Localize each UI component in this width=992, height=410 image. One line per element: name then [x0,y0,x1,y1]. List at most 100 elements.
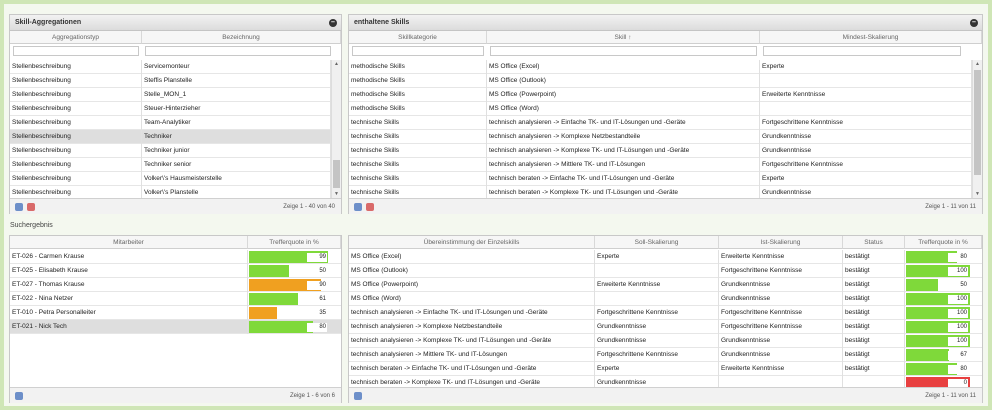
table-cell: Grundkenntnisse [595,320,719,334]
column-header-min-scaling[interactable]: Mindest-Skalierung [760,31,982,44]
table-row[interactable]: technisch beraten -> Einfache TK- und IT… [349,362,982,376]
refresh-icon[interactable] [15,392,23,400]
column-header-hit-rate[interactable]: Trefferquote in % [248,236,341,249]
scroll-thumb[interactable] [974,70,981,175]
delete-icon[interactable] [366,203,374,211]
table-row[interactable]: methodische Skills MS Office (Word) [349,102,972,116]
table-row[interactable]: ET-025 - Elisabeth Krause 50 [10,264,341,278]
column-header-skill-match[interactable]: Übereinstimmung der Einzelskills [349,236,595,249]
table-cell: bestätigt [843,264,905,278]
table-row[interactable]: Stellenbeschreibung Steuer-Hinterzieher [10,102,331,116]
column-header-employee[interactable]: Mitarbeiter [10,236,248,249]
table-cell: bestätigt [843,306,905,320]
table-row[interactable]: MS Office (Word) Grundkenntnisse bestätigt… [349,292,982,306]
table-cell: Stellenbeschreibung [10,158,142,172]
table-row[interactable]: MS Office (Powerpoint) Erweiterte Kenntni… [349,278,982,292]
column-header-description[interactable]: Bezeichnung [142,31,341,44]
table-row[interactable]: Stellenbeschreibung Techniker [10,130,331,144]
employees-panel: Mitarbeiter Trefferquote in % ET-026 - C… [9,235,342,403]
hit-rate-fill [906,349,949,361]
filter-skill-category-input[interactable] [352,46,484,56]
table-cell: methodische Skills [349,88,487,102]
hit-rate-bar: 99 [249,251,329,263]
collapse-icon[interactable]: – [970,19,978,27]
table-cell: technisch analysieren -> Komplexe TK- un… [349,334,595,348]
table-row[interactable]: technische Skills technisch analysieren -… [349,158,972,172]
table-row[interactable]: technisch analysieren -> Mittlere TK- un… [349,348,982,362]
column-header-aggregation-type[interactable]: Aggregationstyp [10,31,142,44]
scrollbar[interactable]: ▲ ▼ [972,60,982,198]
hit-rate-bar: 100 [906,307,970,319]
table-cell: technisch beraten -> Einfache TK- und IT… [349,362,595,376]
scroll-down-icon[interactable]: ▼ [332,190,341,198]
column-header-target-scaling[interactable]: Soll-Skalierung [595,236,719,249]
table-row[interactable]: Stellenbeschreibung Steffis Planstelle [10,74,331,88]
scrollbar[interactable]: ▲ ▼ [331,60,341,198]
table-row[interactable]: Stellenbeschreibung Team-Analytiker [10,116,331,130]
table-cell: Stellenbeschreibung [10,130,142,144]
table-row[interactable]: Stellenbeschreibung Stelle_MON_1 [10,88,331,102]
refresh-icon[interactable] [15,203,23,211]
table-row[interactable]: Stellenbeschreibung Techniker junior [10,144,331,158]
scroll-thumb[interactable] [333,160,340,188]
table-row[interactable]: MS Office (Excel) Experte Erweiterte Kennt… [349,250,982,264]
table-cell: methodische Skills [349,60,487,74]
table-cell: MS Office (Powerpoint) [349,278,595,292]
table-cell: Techniker junior [142,144,331,158]
refresh-icon[interactable] [354,392,362,400]
table-cell: Grundkenntnisse [719,292,843,306]
table-row[interactable]: MS Office (Outlook) Fortgeschrittene Kenn… [349,264,982,278]
table-row[interactable]: methodische Skills MS Office (Excel) Exper… [349,60,972,74]
table-row[interactable]: ET-021 - Nick Tech 80 [10,320,341,334]
table-row[interactable]: ET-027 - Thomas Krause 90 [10,278,341,292]
table-cell: MS Office (Outlook) [487,74,760,88]
table-row[interactable]: Stellenbeschreibung Techniker senior [10,158,331,172]
table-row[interactable]: technisch analysieren -> Komplexe TK- un… [349,334,982,348]
column-header-actual-scaling[interactable]: Ist-Skalierung [719,236,843,249]
table-cell: Stelle_MON_1 [142,88,331,102]
table-row[interactable]: ET-010 - Petra Personalleiter 35 [10,306,341,320]
filter-description-input[interactable] [145,46,331,56]
collapse-icon[interactable]: – [329,19,337,27]
table-row[interactable]: technische Skills technisch analysieren -… [349,116,972,130]
table-row[interactable]: ET-026 - Carmen Krause 99 [10,250,341,264]
scroll-up-icon[interactable]: ▲ [332,60,341,68]
column-header-status[interactable]: Status [843,236,905,249]
table-row[interactable]: methodische Skills MS Office (Powerpoint)… [349,88,972,102]
hit-rate-bar: 35 [249,307,329,319]
hit-rate-fill [249,293,298,305]
table-row[interactable]: Stellenbeschreibung Servicemonteur [10,60,331,74]
column-header-skill-category[interactable]: Skillkategorie [349,31,487,44]
table-row[interactable]: technische Skills technisch analysieren -… [349,130,972,144]
table-cell: bestätigt [843,278,905,292]
column-header-hit-rate[interactable]: Trefferquote in % [905,236,982,249]
filter-aggregation-type-input[interactable] [13,46,139,56]
scroll-down-icon[interactable]: ▼ [973,190,982,198]
table-row[interactable]: ET-022 - Nina Netzer 61 [10,292,341,306]
table-cell: Experte [760,60,972,74]
refresh-icon[interactable] [354,203,362,211]
table-cell: Stellenbeschreibung [10,102,142,116]
table-cell: technische Skills [349,130,487,144]
table-cell: Grundkenntnisse [719,278,843,292]
table-row[interactable]: technische Skills technisch beraten -> Ei… [349,172,972,186]
search-result-label: Suchergebnis [10,222,53,229]
filter-min-scaling-input[interactable] [763,46,961,56]
employee-name: ET-025 - Elisabeth Krause [10,264,248,278]
delete-icon[interactable] [27,203,35,211]
table-row[interactable]: technische Skills technisch analysieren -… [349,144,972,158]
filter-skill-input[interactable] [490,46,757,56]
table-row[interactable]: Stellenbeschreibung Volker\'s Hausmeister… [10,172,331,186]
table-cell: Techniker [142,130,331,144]
hit-rate-bar: 100 [906,265,970,277]
column-header-skill[interactable]: Skill ↑ [487,31,760,44]
table-row[interactable]: technisch analysieren -> Komplexe Netzbe… [349,320,982,334]
table-cell: Fortgeschrittene Kenntnisse [595,348,719,362]
table-cell: technisch analysieren -> Mittlere TK- un… [349,348,595,362]
hit-rate-bar: 50 [249,265,329,277]
scroll-up-icon[interactable]: ▲ [973,60,982,68]
table-cell [595,292,719,306]
table-row[interactable]: methodische Skills MS Office (Outlook) [349,74,972,88]
table-row[interactable]: technisch analysieren -> Einfache TK- un… [349,306,982,320]
table-cell: Team-Analytiker [142,116,331,130]
